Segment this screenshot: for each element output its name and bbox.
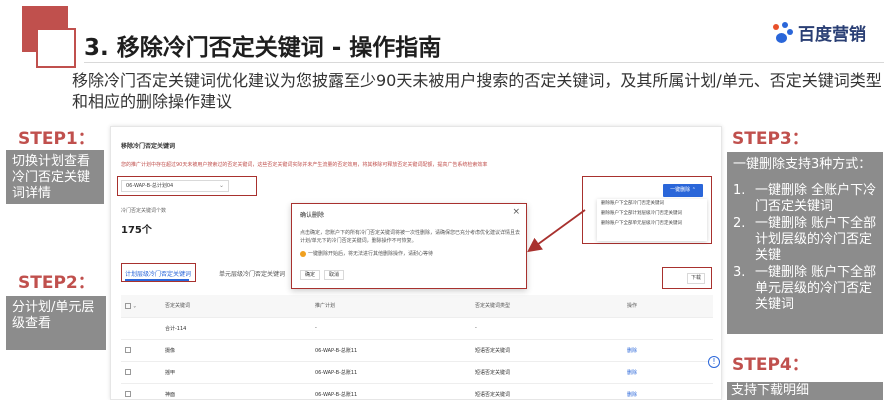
tab-plan-level[interactable]: 计划层级冷门否定关键词 [125,269,191,278]
row-action [623,317,713,340]
table-header-keyword: 否定关键词 [161,295,311,318]
step3-item-num: 1. [733,183,746,198]
table-header-action: 操作 [623,295,713,318]
row-plan: 06-WAP-B-总账11 [311,383,471,399]
dialog-warning: 一键删除开始后，将无法进行其他删除操作，请耐心等待 [300,250,433,257]
one-click-delete-label: 一键删除 [670,187,691,193]
delete-menu: 删除账户下全部冷门否定关键词 删除账户下全部计划层级冷门否定关键词 删除账户下全… [597,199,707,241]
plan-select-value: 06-WAP-B-总计划04 [126,183,174,189]
menu-item-delete-all[interactable]: 删除账户下全部冷门否定关键词 [597,199,707,209]
decor-square-outline [36,28,76,68]
step3-label: STEP3： [732,129,809,149]
page-title: 3. 移除冷门否定关键词 - 操作指南 [84,35,442,61]
row-keyword: 合计-114 [161,317,311,340]
warning-icon [300,250,306,257]
row-delete-link[interactable]: 删除 [623,339,713,362]
dialog-cancel-button[interactable]: 取消 [324,270,344,280]
step3-item-num: 2. [733,216,746,231]
logo-text: 百度营销 [798,25,866,45]
step3-item-text: 一键删除 全账户下冷门否定关键词 [755,183,877,214]
step2-box: 分计划/单元层级查看 [6,296,106,350]
table-row: 神面 06-WAP-B-总账11 短语否定关键词 删除 [121,383,713,399]
menu-item-delete-plan-level[interactable]: 删除账户下全部计划层级冷门否定关键词 [597,209,707,219]
step3-item-num: 3. [733,265,746,280]
table-row: 摄像 06-WAP-B-总账11 短语否定关键词 删除 [121,339,713,362]
close-icon[interactable]: × [512,207,520,217]
step3-item: 2. 一键删除 账户下全部计划层级的冷门否定关键 [733,216,877,264]
brand-logo: 百度营销 [770,20,866,45]
row-type: 短语否定关键词 [471,361,623,384]
row-keyword: 摇甲 [161,361,311,384]
help-icon[interactable]: ! [708,356,720,368]
step1-box: 切换计划查看冷门否定关键词详情 [6,150,104,204]
table-header-type: 否定关键词类型 [471,295,623,318]
tab-active-underline [125,279,189,281]
step1-label: STEP1： [18,129,95,149]
step3-item-text: 一键删除 账户下全部单元层级的冷门否定关键词 [755,265,877,312]
title-divider [84,62,884,63]
dialog-ok-button[interactable]: 确定 [300,270,320,280]
page-description: 移除冷门否定关键词优化建议为您披露至少90天未被用户搜索的否定关键词，及其所属计… [72,71,882,111]
keyword-table: ⌄ 否定关键词 推广计划 否定关键词类型 操作 合计-114 - - 摄像 06… [121,295,713,399]
row-plan: - [311,317,471,340]
dialog-body: 点击确定，您账户下的所有冷门否定关键词将被一次性删除，请确保您已充分考虑优化建议… [300,230,521,244]
row-keyword: 摄像 [161,339,311,362]
step3-heading: 一键删除支持3种方式： [733,157,872,172]
step3-list: 1. 一键删除 全账户下冷门否定关键词 2. 一键删除 账户下全部计划层级的冷门否定… [733,183,877,313]
confirm-delete-dialog: 确认删除 × 点击确定，您账户下的所有冷门否定关键词将被一次性删除，请确保您已充… [291,203,527,289]
step4-box: 支持下载明细 [727,382,883,400]
row-delete-link[interactable]: 删除 [623,383,713,399]
product-screenshot: 移除冷门否定关键词 您的推广计划中存在超过90天未被用户搜索过的否定关键词，这些… [110,126,722,400]
step2-label: STEP2： [18,273,95,293]
count-value: 175个 [121,225,152,236]
row-checkbox[interactable] [125,368,131,375]
step3-item-text: 一键删除 账户下全部计划层级的冷门否定关键 [755,216,877,263]
download-button[interactable]: 下载 [687,273,705,284]
one-click-delete-button[interactable]: 一键删除 ⌃ [663,184,703,197]
row-type: 短语否定关键词 [471,339,623,362]
step3-item: 3. 一键删除 账户下全部单元层级的冷门否定关键词 [733,265,877,313]
row-plan: 06-WAP-B-总账11 [311,339,471,362]
row-delete-link[interactable]: 删除 [623,361,713,384]
dialog-title: 确认删除 [300,212,325,219]
tab-unit-level[interactable]: 单元层级冷门否定关键词 [219,269,285,278]
table-header-checkbox[interactable]: ⌄ [121,295,161,318]
step4-label: STEP4： [732,355,809,375]
dialog-warning-text: 一键删除开始后，将无法进行其他删除操作，请耐心等待 [308,251,434,257]
step3-item: 1. 一键删除 全账户下冷门否定关键词 [733,183,877,215]
table-row: 摇甲 06-WAP-B-总账11 短语否定关键词 删除 [121,361,713,384]
chevron-down-icon: ⌄ [218,182,224,189]
step3-box: 一键删除支持3种方式： 1. 一键删除 全账户下冷门否定关键词 2. 一键删除 账户… [727,152,883,334]
row-type: 短语否定关键词 [471,383,623,399]
panel-title: 移除冷门否定关键词 [121,143,176,150]
row-checkbox[interactable] [125,346,131,353]
count-label: 冷门否定关键词个数 [121,208,167,214]
table-header-row: ⌄ 否定关键词 推广计划 否定关键词类型 操作 [121,295,713,318]
row-type: - [471,317,623,340]
menu-item-delete-unit-level[interactable]: 删除账户下全部单元层级冷门否定关键词 [597,219,707,229]
baidu-paw-icon [770,21,794,45]
checkbox-icon [125,302,131,309]
panel-hint: 您的推广计划中存在超过90天未被用户搜索过的否定关键词，这些否定关键词实际并未产… [121,162,488,168]
table-header-plan: 推广计划 [311,295,471,318]
row-plan: 06-WAP-B-总账11 [311,361,471,384]
plan-select[interactable]: 06-WAP-B-总计划04 ⌄ [121,180,229,192]
table-row-total: 合计-114 - - [121,317,713,340]
row-checkbox[interactable] [125,390,131,397]
row-keyword: 神面 [161,383,311,399]
